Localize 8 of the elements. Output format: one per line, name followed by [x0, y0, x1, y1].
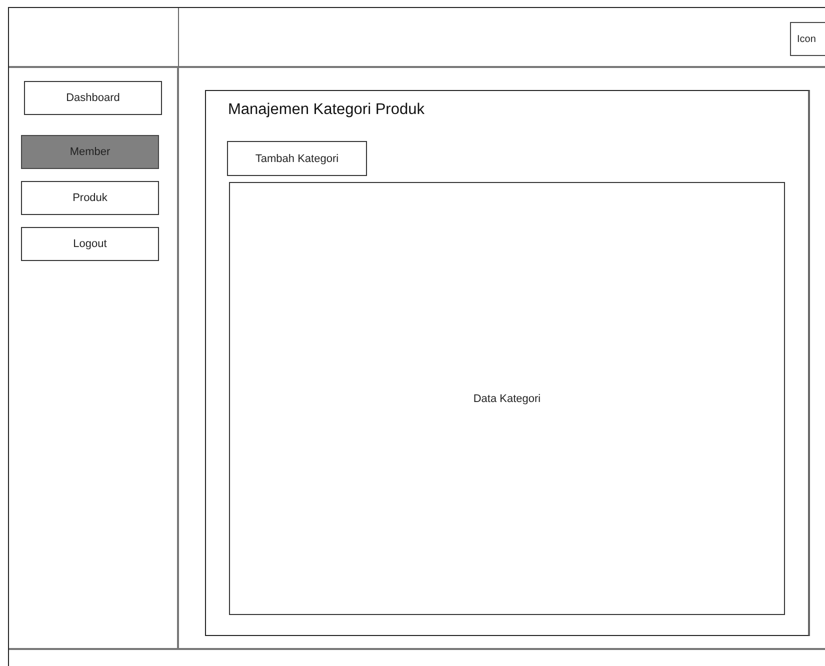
- page-title: Manajemen Kategori Produk: [228, 101, 426, 119]
- sidebar-item[interactable]: Produk: [21, 181, 159, 215]
- data-table-area: Data Kategori: [229, 182, 785, 615]
- icon-button[interactable]: Icon: [790, 22, 825, 56]
- add-category-button[interactable]: Tambah Kategori: [227, 141, 367, 176]
- sidebar-item[interactable]: Dashboard: [24, 81, 162, 115]
- sidebar-item[interactable]: Logout: [21, 227, 159, 261]
- sidebar-item[interactable]: Member: [21, 135, 159, 169]
